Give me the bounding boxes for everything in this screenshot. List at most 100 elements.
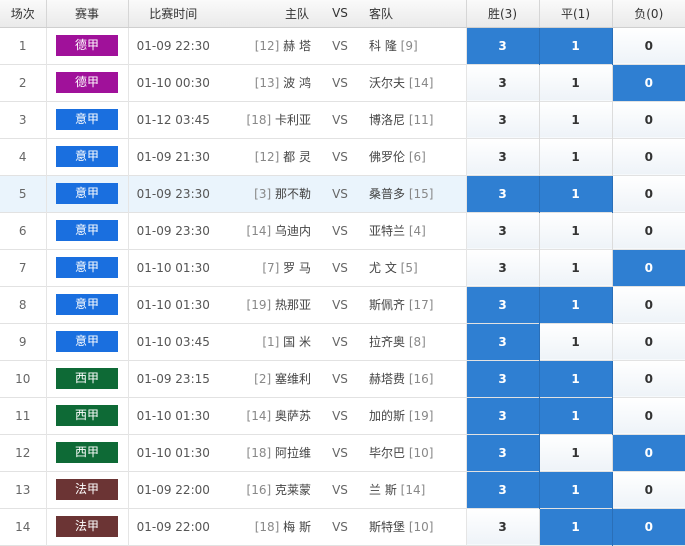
home-team-cell: [3] 那不勒 xyxy=(218,175,315,212)
league-badge[interactable]: 西甲 xyxy=(56,368,118,389)
draw-option[interactable]: 1 xyxy=(539,434,613,471)
vs-label: VS xyxy=(332,38,348,53)
away-team[interactable]: 佛罗伦 xyxy=(369,150,405,164)
home-team[interactable]: 国 米 xyxy=(283,335,311,349)
win-option[interactable]: 3 xyxy=(466,434,540,471)
win-option[interactable]: 3 xyxy=(466,508,540,545)
away-team[interactable]: 尤 文 xyxy=(369,261,397,275)
home-team[interactable]: 梅 斯 xyxy=(283,520,311,534)
lose-option[interactable]: 0 xyxy=(612,27,685,64)
win-option[interactable]: 3 xyxy=(466,286,540,323)
draw-option[interactable]: 1 xyxy=(539,508,613,545)
home-team[interactable]: 克莱蒙 xyxy=(275,483,311,497)
win-option[interactable]: 3 xyxy=(466,27,540,64)
home-team-cell: [14] 乌迪内 xyxy=(218,212,315,249)
draw-option[interactable]: 1 xyxy=(539,360,613,397)
lose-option[interactable]: 0 xyxy=(612,138,685,175)
away-rank: [9] xyxy=(400,39,418,53)
home-team[interactable]: 波 鸿 xyxy=(283,76,311,90)
league-badge[interactable]: 意甲 xyxy=(56,109,118,130)
home-team-cell: [2] 塞维利 xyxy=(218,360,315,397)
win-option[interactable]: 3 xyxy=(466,397,540,434)
home-team[interactable]: 阿拉维 xyxy=(275,446,311,460)
table-row: 14 法甲 01-09 22:00 [18] 梅 斯 VS 斯特堡 [10] 3 1 0 xyxy=(0,508,685,545)
home-team[interactable]: 都 灵 xyxy=(283,150,311,164)
home-team[interactable]: 赫 塔 xyxy=(283,39,311,53)
league-badge[interactable]: 意甲 xyxy=(56,257,118,278)
league-cell: 意甲 xyxy=(46,175,129,212)
away-team[interactable]: 斯特堡 xyxy=(369,520,405,534)
lose-option[interactable]: 0 xyxy=(612,323,685,360)
home-team[interactable]: 卡利亚 xyxy=(275,113,311,127)
draw-option[interactable]: 1 xyxy=(539,249,613,286)
lose-option[interactable]: 0 xyxy=(612,360,685,397)
draw-option[interactable]: 1 xyxy=(539,138,613,175)
away-team[interactable]: 桑普多 xyxy=(369,187,405,201)
league-badge[interactable]: 法甲 xyxy=(56,479,118,500)
away-team[interactable]: 科 隆 xyxy=(369,39,397,53)
home-team[interactable]: 罗 马 xyxy=(283,261,311,275)
lose-option[interactable]: 0 xyxy=(612,64,685,101)
league-badge[interactable]: 意甲 xyxy=(56,146,118,167)
table-row: 2 德甲 01-10 00:30 [13] 波 鸿 VS 沃尔夫 [14] 3 1 0 xyxy=(0,64,685,101)
win-option[interactable]: 3 xyxy=(466,212,540,249)
league-badge[interactable]: 意甲 xyxy=(56,183,118,204)
lose-option[interactable]: 0 xyxy=(612,434,685,471)
match-number: 13 xyxy=(0,471,47,508)
draw-option[interactable]: 1 xyxy=(539,175,613,212)
home-team[interactable]: 乌迪内 xyxy=(275,224,311,238)
home-team[interactable]: 热那亚 xyxy=(275,298,311,312)
win-option[interactable]: 3 xyxy=(466,175,540,212)
win-option[interactable]: 3 xyxy=(466,471,540,508)
league-badge[interactable]: 西甲 xyxy=(56,405,118,426)
lose-option[interactable]: 0 xyxy=(612,471,685,508)
league-cell: 法甲 xyxy=(46,471,129,508)
away-team[interactable]: 斯佩齐 xyxy=(369,298,405,312)
win-option[interactable]: 3 xyxy=(466,249,540,286)
lose-option[interactable]: 0 xyxy=(612,286,685,323)
lose-option[interactable]: 0 xyxy=(612,397,685,434)
home-team[interactable]: 那不勒 xyxy=(275,187,311,201)
draw-option[interactable]: 1 xyxy=(539,64,613,101)
draw-option[interactable]: 1 xyxy=(539,27,613,64)
away-team[interactable]: 赫塔费 xyxy=(369,372,405,386)
win-option[interactable]: 3 xyxy=(466,323,540,360)
league-badge[interactable]: 意甲 xyxy=(56,294,118,315)
league-badge[interactable]: 西甲 xyxy=(56,442,118,463)
draw-option[interactable]: 1 xyxy=(539,323,613,360)
away-team[interactable]: 沃尔夫 xyxy=(369,76,405,90)
home-team-cell: [12] 赫 塔 xyxy=(218,27,315,64)
league-cell: 西甲 xyxy=(46,397,129,434)
league-badge[interactable]: 意甲 xyxy=(56,220,118,241)
win-option[interactable]: 3 xyxy=(466,101,540,138)
away-team-cell: 尤 文 [5] xyxy=(365,249,467,286)
win-option[interactable]: 3 xyxy=(466,360,540,397)
lose-option[interactable]: 0 xyxy=(612,101,685,138)
lose-option[interactable]: 0 xyxy=(612,175,685,212)
away-team[interactable]: 毕尔巴 xyxy=(369,446,405,460)
draw-option[interactable]: 1 xyxy=(539,471,613,508)
home-rank: [3] xyxy=(254,187,272,201)
away-team[interactable]: 亚特兰 xyxy=(369,224,405,238)
lose-option[interactable]: 0 xyxy=(612,212,685,249)
league-badge[interactable]: 法甲 xyxy=(56,516,118,537)
away-team[interactable]: 加的斯 xyxy=(369,409,405,423)
away-team[interactable]: 兰 斯 xyxy=(369,483,397,497)
draw-option[interactable]: 1 xyxy=(539,212,613,249)
away-rank: [8] xyxy=(408,335,426,349)
league-badge[interactable]: 意甲 xyxy=(56,331,118,352)
away-rank: [6] xyxy=(408,150,426,164)
home-team[interactable]: 塞维利 xyxy=(275,372,311,386)
draw-option[interactable]: 1 xyxy=(539,397,613,434)
away-team[interactable]: 博洛尼 xyxy=(369,113,405,127)
draw-option[interactable]: 1 xyxy=(539,101,613,138)
lose-option[interactable]: 0 xyxy=(612,249,685,286)
lose-option[interactable]: 0 xyxy=(612,508,685,545)
home-team[interactable]: 奥萨苏 xyxy=(275,409,311,423)
draw-option[interactable]: 1 xyxy=(539,286,613,323)
away-team[interactable]: 拉齐奥 xyxy=(369,335,405,349)
league-badge[interactable]: 德甲 xyxy=(56,35,118,56)
win-option[interactable]: 3 xyxy=(466,64,540,101)
league-badge[interactable]: 德甲 xyxy=(56,72,118,93)
win-option[interactable]: 3 xyxy=(466,138,540,175)
